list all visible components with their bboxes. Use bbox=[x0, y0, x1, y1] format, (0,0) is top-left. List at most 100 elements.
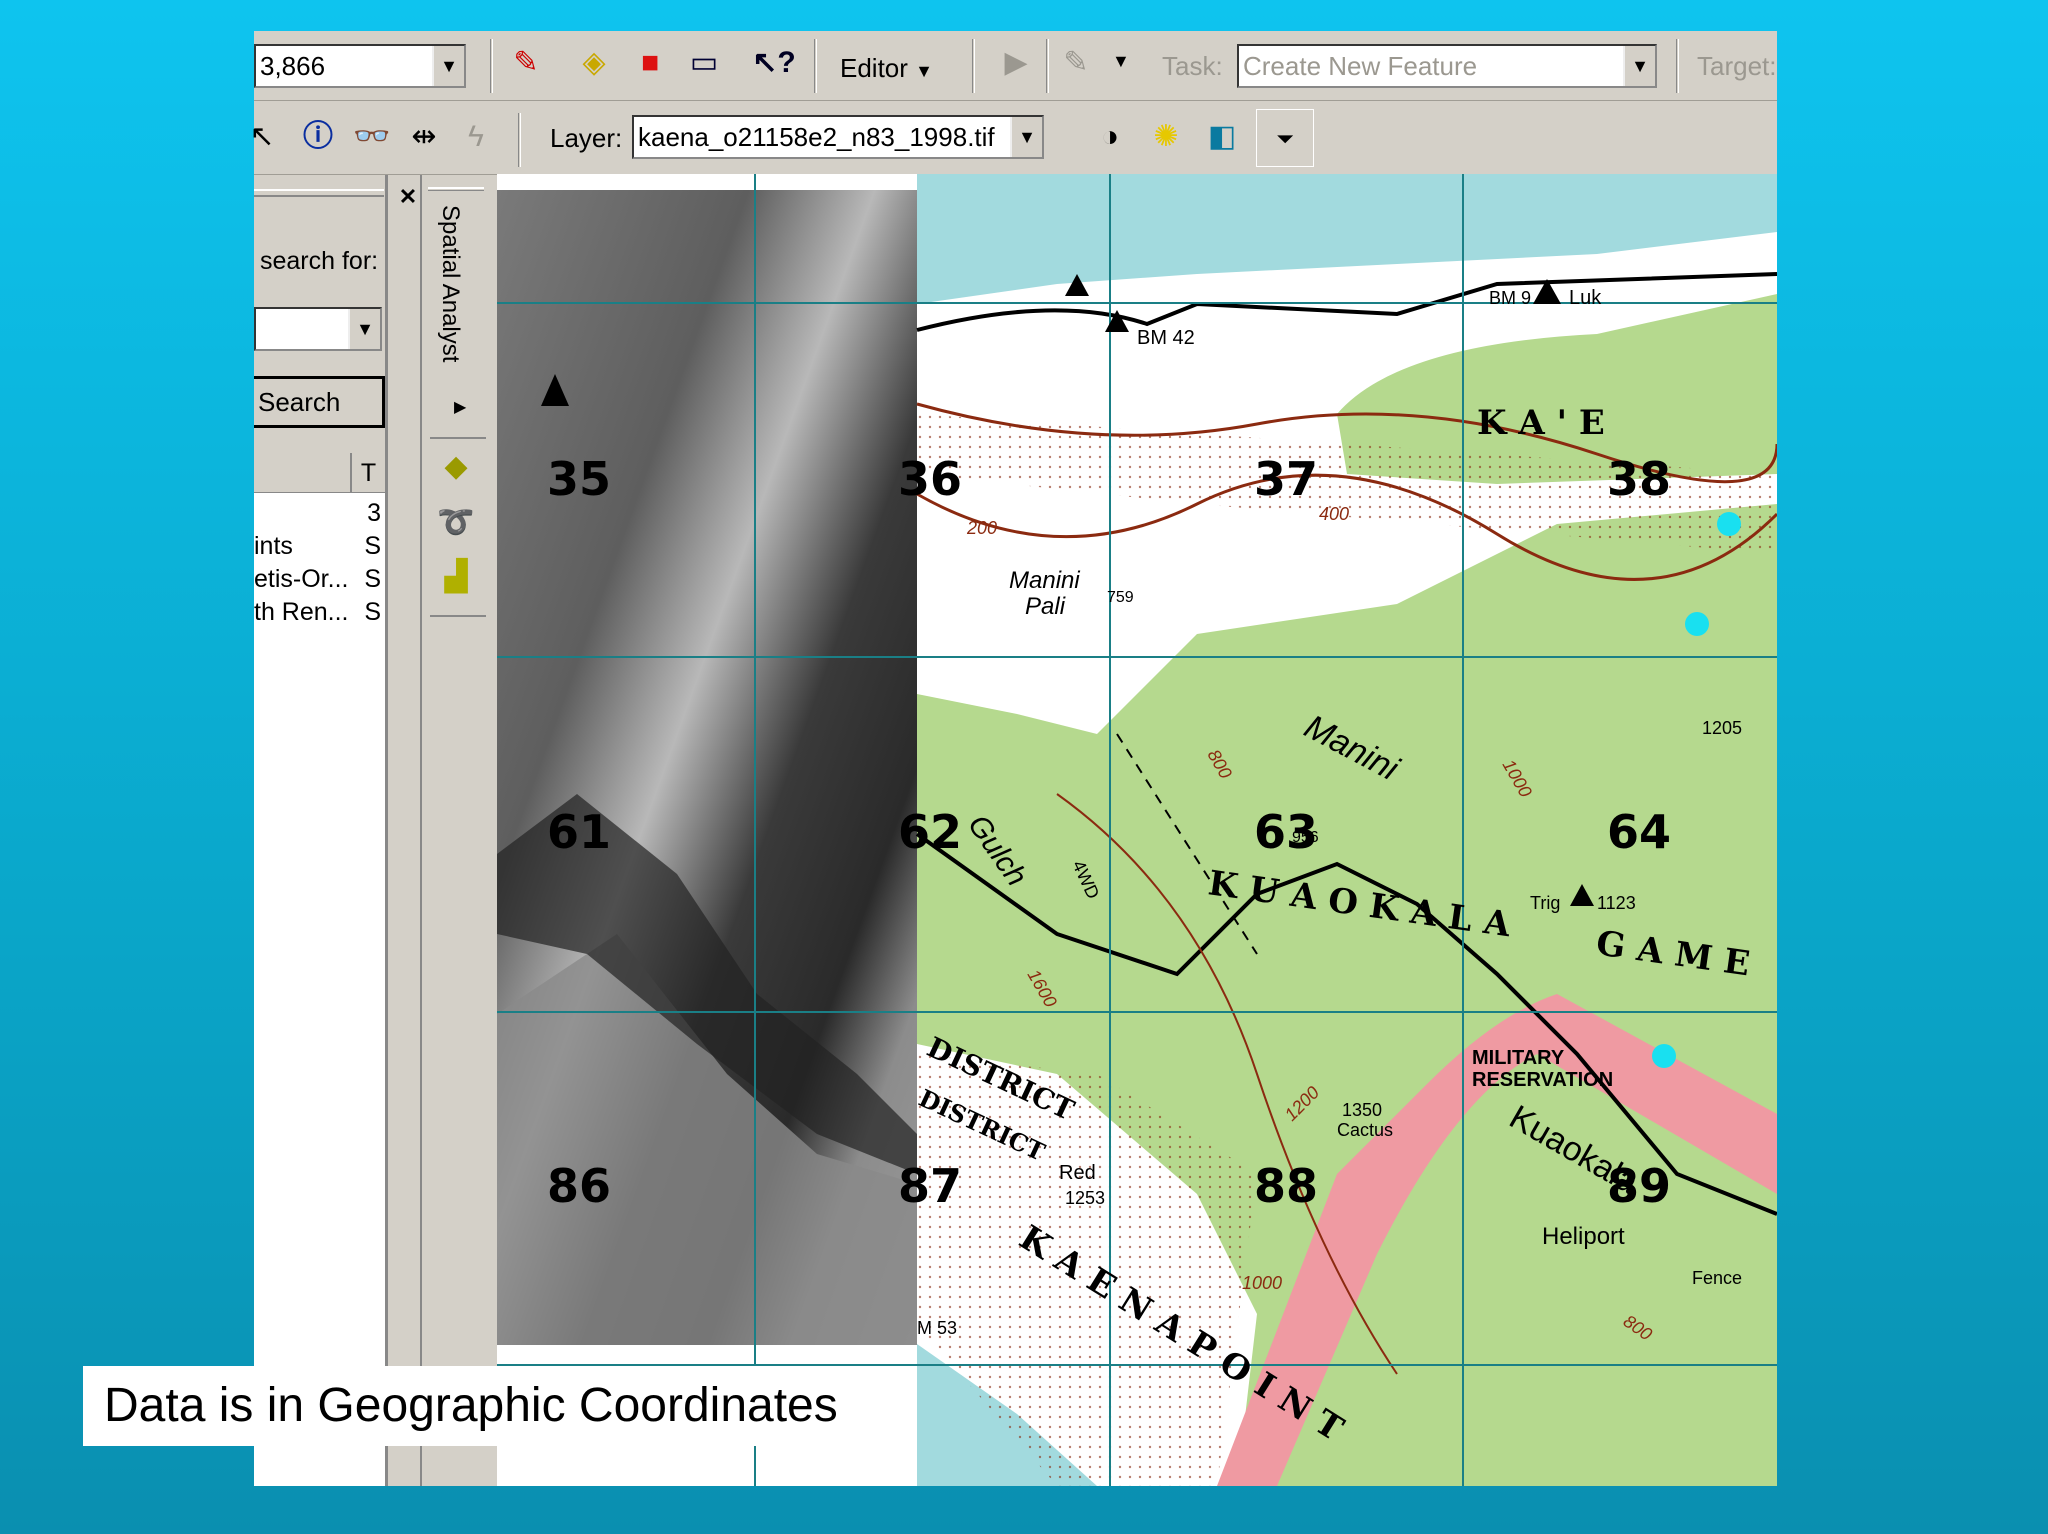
spatial-analyst-toolbar: Spatial Analyst ▶ ◆ ➰ ▟ bbox=[420, 175, 497, 1486]
label-military: MILITARY bbox=[1472, 1047, 1565, 1069]
list-item[interactable]: th Ren... S bbox=[254, 598, 385, 630]
toolbar-separator bbox=[490, 39, 493, 93]
label-elev-1205: 1205 bbox=[1702, 718, 1742, 738]
map-canvas[interactable]: 35 36 37 38 61 62 63 64 86 87 88 89 K A … bbox=[497, 174, 1777, 1486]
label-red: Red bbox=[1059, 1162, 1096, 1184]
editor-toolbar-icon[interactable]: ✎ bbox=[504, 43, 548, 87]
slide-caption: Data is in Geographic Coordinates bbox=[83, 1366, 915, 1446]
label-fence: Fence bbox=[1692, 1268, 1742, 1288]
layer-combo[interactable]: kaena_o21158e2_n83_1998.tif ▼ bbox=[632, 115, 1044, 159]
contour-label: 200 bbox=[966, 518, 997, 538]
results-list: 3 ints S etis-Or... S th Ren... S bbox=[254, 493, 385, 1486]
tile-number: 37 bbox=[1254, 452, 1318, 506]
layer-value: kaena_o21158e2_n83_1998.tif bbox=[638, 122, 995, 152]
chevron-down-icon: ▼ bbox=[915, 61, 933, 81]
point-marker[interactable] bbox=[1652, 1044, 1676, 1068]
point-marker[interactable] bbox=[1717, 512, 1741, 536]
menu-arrow-icon[interactable]: ▶ bbox=[454, 397, 466, 417]
chevron-down-icon[interactable]: ▼ bbox=[432, 46, 464, 86]
search-button[interactable]: Search bbox=[254, 376, 385, 428]
task-combo[interactable]: Create New Feature ▼ bbox=[1237, 44, 1657, 88]
raster-grid-icon[interactable]: ◆ bbox=[434, 447, 478, 491]
label-m53: M 53 bbox=[917, 1318, 957, 1338]
map-scale-value: 3,866 bbox=[260, 51, 326, 81]
toolbar-grip[interactable] bbox=[428, 187, 484, 191]
close-icon[interactable]: ✕ bbox=[394, 183, 422, 211]
histogram-icon[interactable]: ▟ bbox=[434, 557, 478, 601]
contour-label: 400 bbox=[1319, 504, 1349, 524]
label-elev-1350: 1350 bbox=[1342, 1100, 1382, 1120]
map-scale-combo[interactable]: 3,866 ▼ bbox=[254, 44, 466, 88]
brightness-icon[interactable]: ✺ bbox=[1144, 117, 1188, 161]
label-luk: Luk bbox=[1569, 287, 1602, 309]
results-header: T bbox=[254, 453, 385, 493]
label-heliport: Heliport bbox=[1542, 1223, 1625, 1250]
search-for-combo[interactable]: ▼ bbox=[254, 307, 382, 351]
tile-number: 35 bbox=[547, 452, 611, 506]
label-manini-pali: Manini bbox=[1009, 567, 1080, 594]
panel-border bbox=[385, 175, 388, 1486]
label-bm: BM 9 bbox=[1489, 288, 1531, 308]
spatial-analyst-menu[interactable]: Spatial Analyst bbox=[436, 205, 464, 362]
tile-number: 61 bbox=[547, 805, 611, 859]
target-label: Target: bbox=[1697, 51, 1777, 81]
editor-label: Editor bbox=[840, 53, 908, 83]
task-label: Task: bbox=[1162, 51, 1223, 81]
whats-this-help-icon[interactable]: ↖? bbox=[752, 43, 796, 87]
label-elev-956: 956 bbox=[1292, 829, 1319, 846]
label-elev-1253: 1253 bbox=[1065, 1188, 1105, 1208]
list-item[interactable]: etis-Or... S bbox=[254, 565, 385, 597]
tile-number: 87 bbox=[898, 1159, 962, 1213]
hyperlink-bolt-icon[interactable]: ϟ bbox=[454, 117, 498, 161]
label-elev-1123: 1123 bbox=[1597, 893, 1636, 913]
tile-number: 86 bbox=[547, 1159, 611, 1213]
toolbar-separator bbox=[972, 39, 975, 93]
sketch-pencil-icon[interactable]: ✎ bbox=[1054, 43, 1098, 87]
label-manini-pali: Pali bbox=[1025, 593, 1066, 620]
command-line-icon[interactable]: ▭ bbox=[682, 43, 726, 87]
label-kae: K A ' E bbox=[1477, 403, 1605, 443]
list-item[interactable]: 3 bbox=[254, 499, 385, 531]
layer-label: Layer: bbox=[550, 123, 623, 153]
contrast-icon[interactable]: ◑ bbox=[1088, 117, 1132, 161]
tile-number: 88 bbox=[1254, 1159, 1318, 1213]
arccatalog-icon[interactable]: ◈ bbox=[572, 43, 616, 87]
point-marker[interactable] bbox=[1685, 612, 1709, 636]
toolbar-separator bbox=[814, 39, 817, 93]
column-header-type[interactable]: T bbox=[350, 453, 385, 493]
tile-number: 38 bbox=[1607, 452, 1671, 506]
contour-icon[interactable]: ➰ bbox=[434, 503, 478, 547]
label-elev-759: 759 bbox=[1107, 589, 1134, 606]
measure-icon[interactable]: ⇹ bbox=[402, 117, 446, 161]
transparency-icon[interactable]: ◧ bbox=[1200, 117, 1244, 161]
label-bm42: BM 42 bbox=[1137, 327, 1195, 349]
label-cactus: Cactus bbox=[1337, 1120, 1393, 1140]
toolbar-separator bbox=[430, 437, 486, 439]
toolbar-options-chevron-icon[interactable]: ⏷ bbox=[1256, 109, 1314, 167]
select-arrow-icon[interactable]: ↖ bbox=[240, 117, 284, 161]
arctoolbox-icon[interactable]: ■ bbox=[628, 43, 672, 87]
list-item[interactable]: ints S bbox=[254, 532, 385, 564]
identify-icon[interactable]: ⓘ bbox=[296, 117, 340, 161]
toolbar-separator bbox=[430, 615, 486, 617]
toolbar-separator bbox=[518, 113, 521, 167]
toolbar-separator bbox=[1676, 39, 1679, 93]
search-for-label: search for: bbox=[260, 247, 379, 275]
edit-arrow-icon[interactable]: ▶ bbox=[994, 43, 1038, 87]
toolbar-tools: ↖ ⓘ 👓 ⇹ ϟ Layer: kaena_o21158e2_n83_1998… bbox=[249, 103, 1777, 175]
chevron-down-icon[interactable]: ▼ bbox=[1010, 117, 1042, 157]
search-panel: ✕ search for: ▼ Search T 3 ints S etis-Or… bbox=[254, 175, 420, 1486]
panel-grip[interactable] bbox=[254, 189, 384, 197]
contour-label: 1000 bbox=[1242, 1273, 1282, 1293]
tile-number: 64 bbox=[1607, 805, 1671, 859]
chevron-down-icon[interactable]: ▼ bbox=[1623, 46, 1655, 86]
chevron-down-icon[interactable]: ▼ bbox=[1112, 51, 1130, 72]
chevron-down-icon[interactable]: ▼ bbox=[348, 309, 380, 349]
tile-number: 36 bbox=[898, 452, 962, 506]
editor-menu[interactable]: Editor ▼ bbox=[840, 53, 933, 84]
toolbar-standard: 3,866 ▼ ✎ ◈ ■ ▭ ↖? Editor ▼ ▶ ✎ ▼ Task: … bbox=[254, 31, 1777, 101]
task-value: Create New Feature bbox=[1243, 51, 1478, 81]
find-binoculars-icon[interactable]: 👓 bbox=[350, 117, 394, 161]
label-reservation: RESERVATION bbox=[1472, 1069, 1613, 1091]
tile-number: 62 bbox=[898, 805, 962, 859]
